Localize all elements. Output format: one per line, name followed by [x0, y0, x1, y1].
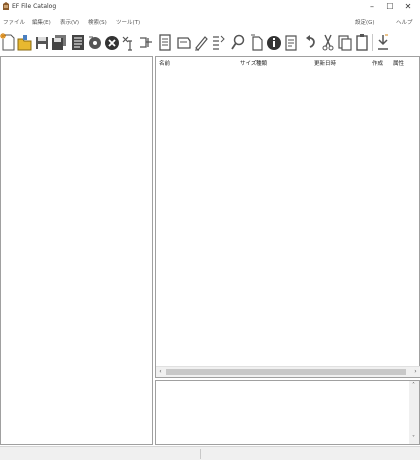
scroll-left-icon[interactable]: ‹: [156, 367, 165, 377]
import-icon[interactable]: [375, 33, 391, 52]
copy-clipboard-icon[interactable]: [337, 33, 353, 52]
scroll-right-icon[interactable]: ›: [411, 367, 420, 377]
save-all-icon[interactable]: [51, 33, 67, 52]
close-button[interactable]: ✕: [400, 1, 416, 13]
copy-icon[interactable]: [157, 33, 173, 52]
edit-icon[interactable]: [193, 33, 209, 52]
column-header-name[interactable]: 名前: [159, 59, 170, 67]
detail-panel[interactable]: [155, 380, 420, 445]
new-file-icon[interactable]: [249, 33, 265, 52]
folder-tree-panel[interactable]: [0, 56, 153, 445]
scroll-thumb[interactable]: [166, 369, 406, 375]
app-logo-icon: [2, 2, 10, 11]
rename-icon[interactable]: [121, 33, 137, 52]
status-bar: [0, 446, 420, 460]
menu-edit[interactable]: 編集(E): [32, 18, 51, 26]
scan-disk-icon[interactable]: [87, 33, 103, 52]
undo-icon[interactable]: [303, 33, 319, 52]
minimize-button[interactable]: –: [364, 1, 380, 13]
file-list-panel[interactable]: 名前 サイズ 種類 更新日時 作成 属性: [155, 56, 420, 378]
maximize-button[interactable]: ☐: [382, 1, 398, 13]
menu-view[interactable]: 表示(V): [60, 18, 79, 26]
open-folder-icon[interactable]: [17, 33, 33, 52]
menu-help[interactable]: ヘルプ: [396, 18, 413, 26]
new-catalog-icon[interactable]: [0, 33, 16, 52]
horizontal-scrollbar[interactable]: ‹ ›: [156, 366, 420, 377]
print-icon[interactable]: [70, 33, 86, 52]
column-header-size[interactable]: サイズ: [240, 59, 256, 67]
info-icon[interactable]: [266, 33, 282, 52]
menu-file[interactable]: ファイル: [3, 18, 25, 26]
cut-icon[interactable]: [320, 33, 336, 52]
column-header-modified[interactable]: 更新日時: [314, 59, 336, 67]
vertical-scrollbar[interactable]: ˄ ˅: [409, 381, 419, 444]
menu-settings[interactable]: 設定(G): [355, 18, 375, 26]
scroll-up-icon[interactable]: ˄: [409, 381, 418, 391]
column-header-created[interactable]: 作成: [372, 59, 383, 67]
menu-search[interactable]: 検索(S): [88, 18, 107, 26]
paste-icon[interactable]: [354, 33, 370, 52]
delete-icon[interactable]: [104, 33, 120, 52]
export-icon[interactable]: [176, 33, 192, 52]
search-icon[interactable]: [230, 33, 246, 52]
toolbar-separator: [372, 34, 373, 51]
title-bar: EF File Catalog – ☐ ✕: [0, 0, 420, 14]
properties-icon[interactable]: [210, 33, 226, 52]
column-icon[interactable]: [138, 33, 154, 52]
scroll-down-icon[interactable]: ˅: [409, 434, 418, 444]
column-header-type[interactable]: 種類: [256, 59, 267, 67]
status-divider: [200, 449, 201, 459]
toolbar: [0, 30, 420, 56]
menu-bar: ファイル 編集(E) 表示(V) 検索(S) ツール(T) 設定(G) ヘルプ: [0, 15, 420, 27]
menu-tools[interactable]: ツール(T): [116, 18, 140, 26]
column-header-attributes[interactable]: 属性: [393, 59, 404, 67]
bookmark-icon[interactable]: [283, 33, 299, 52]
window-title: EF File Catalog: [12, 3, 57, 10]
save-icon[interactable]: [34, 33, 50, 52]
